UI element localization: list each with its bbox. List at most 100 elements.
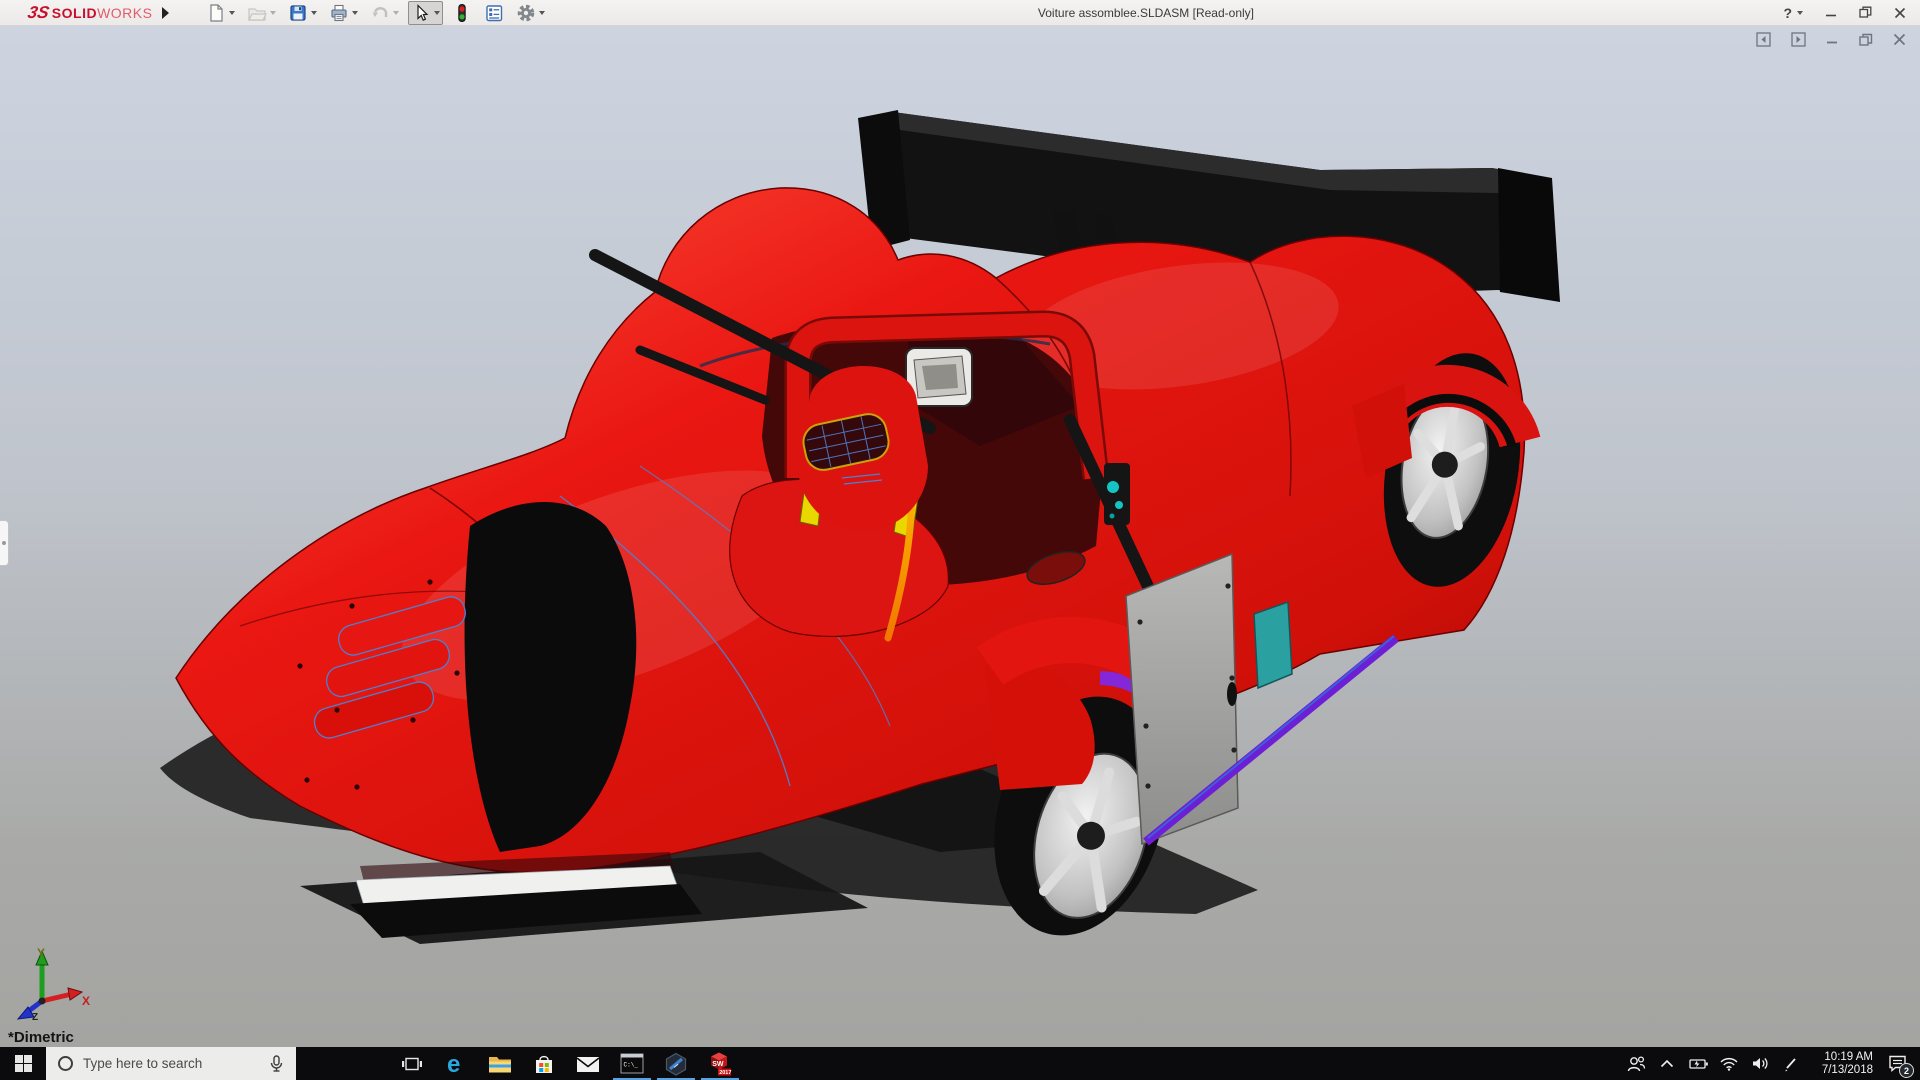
minimize-child-button[interactable] — [1826, 33, 1839, 46]
door-latch — [1227, 682, 1237, 706]
dassault-glyph: 3S — [26, 3, 51, 23]
battery-charging-icon — [1687, 1057, 1709, 1071]
save-floppy-icon — [288, 3, 308, 23]
mdi-window-controls — [1756, 32, 1906, 47]
dropdown-caret[interactable] — [539, 11, 545, 15]
svg-text:SW: SW — [712, 1060, 724, 1067]
speaker-icon — [1751, 1056, 1769, 1071]
mail-icon — [576, 1054, 600, 1074]
volume-button[interactable] — [1749, 1047, 1771, 1080]
taskbar-search-input[interactable]: Type here to search — [46, 1047, 296, 1080]
previous-pane-button[interactable] — [1756, 32, 1771, 47]
options-button[interactable] — [513, 1, 548, 25]
cortana-icon — [58, 1056, 73, 1071]
edge-button[interactable]: e — [434, 1047, 478, 1080]
store-icon — [533, 1053, 555, 1075]
system-tray: 10:19 AM 7/13/2018 2 — [1625, 1047, 1920, 1080]
select-tool-button[interactable] — [408, 1, 443, 25]
restore-child-button[interactable] — [1859, 33, 1873, 47]
model-3d-view[interactable] — [0, 26, 1920, 1047]
svg-text:e: e — [447, 1051, 460, 1077]
print-button[interactable] — [326, 1, 361, 25]
search-placeholder: Type here to search — [83, 1056, 269, 1071]
driver-helmet — [798, 366, 928, 531]
open-button[interactable] — [244, 1, 279, 25]
dropdown-caret[interactable] — [352, 11, 358, 15]
start-button[interactable] — [0, 1047, 46, 1080]
help-button[interactable]: ? — [1783, 5, 1803, 21]
hexagon-app-icon — [664, 1052, 688, 1076]
show-hidden-icons-button[interactable] — [1656, 1047, 1678, 1080]
action-center-button[interactable]: 2 — [1882, 1047, 1912, 1080]
dropdown-caret[interactable] — [393, 11, 399, 15]
dropdown-caret[interactable] — [434, 11, 440, 15]
close-child-button[interactable] — [1893, 33, 1906, 46]
wifi-icon — [1719, 1056, 1739, 1071]
open-folder-icon — [247, 3, 267, 23]
panel-splitter-handle[interactable] — [0, 520, 9, 566]
help-dropdown-caret[interactable] — [1797, 11, 1803, 15]
people-button[interactable] — [1625, 1047, 1647, 1080]
dropdown-caret[interactable] — [270, 11, 276, 15]
store-button[interactable] — [522, 1047, 566, 1080]
people-icon — [1626, 1055, 1646, 1073]
task-view-icon — [401, 1053, 423, 1075]
pen-button[interactable] — [1780, 1047, 1802, 1080]
quick-toolbar — [203, 1, 548, 25]
save-button[interactable] — [285, 1, 320, 25]
triad-z-label: Z — [32, 1012, 38, 1021]
undo-arrow-icon — [370, 3, 390, 23]
brand-solid: SOLID — [52, 5, 97, 21]
rebuild-stoplight-button[interactable] — [449, 1, 475, 25]
file-explorer-button[interactable] — [478, 1047, 522, 1080]
windows-logo-icon — [15, 1055, 32, 1072]
minimize-button[interactable] — [1825, 7, 1837, 19]
door-glass-teal — [1254, 602, 1292, 688]
chevron-up-icon — [1660, 1059, 1674, 1068]
view-orientation-label: *Dimetric — [8, 1029, 74, 1046]
3d-app-button[interactable] — [654, 1047, 698, 1080]
command-prompt-icon: C:\_ — [620, 1053, 644, 1074]
solidworks-app-icon: SW 2017 — [707, 1051, 733, 1077]
clock[interactable]: 10:19 AM 7/13/2018 — [1811, 1051, 1873, 1077]
dropdown-caret[interactable] — [311, 11, 317, 15]
stoplight-icon — [452, 3, 472, 23]
edge-icon: e — [443, 1051, 469, 1077]
microphone-icon[interactable] — [269, 1055, 284, 1073]
svg-text:C:\_: C:\_ — [624, 1062, 639, 1069]
app-titlebar: 3S SOLID WORKS — [0, 0, 1920, 26]
mail-button[interactable] — [566, 1047, 610, 1080]
new-document-button[interactable] — [203, 1, 238, 25]
help-icon: ? — [1783, 5, 1792, 21]
pen-icon — [1783, 1056, 1799, 1072]
view-orientation-triad: Y X Z — [12, 943, 92, 1021]
file-explorer-icon — [488, 1053, 512, 1075]
new-document-icon — [206, 3, 226, 23]
taskbar-apps: e — [390, 1047, 742, 1080]
svg-text:2017: 2017 — [719, 1070, 731, 1076]
undo-button[interactable] — [367, 1, 402, 25]
select-cursor-icon — [411, 3, 431, 23]
list-settings-icon — [484, 3, 504, 23]
close-button[interactable] — [1894, 7, 1906, 19]
display-settings-button[interactable] — [481, 1, 507, 25]
next-pane-button[interactable] — [1791, 32, 1806, 47]
menu-flyout-arrow-icon[interactable] — [162, 7, 169, 19]
task-view-button[interactable] — [390, 1047, 434, 1080]
windows-taskbar: Type here to search e — [0, 1047, 1920, 1080]
window-title: Voiture assomblee.SLDASM [Read-only] — [548, 6, 1783, 20]
gear-icon — [516, 3, 536, 23]
print-icon — [329, 3, 349, 23]
battery-button[interactable] — [1687, 1047, 1709, 1080]
side-panel-gray — [1126, 554, 1238, 844]
restore-button[interactable] — [1859, 6, 1872, 19]
tray-date: 7/13/2018 — [1811, 1064, 1873, 1077]
triad-x-label: X — [82, 994, 90, 1008]
graphics-area[interactable]: Y X Z *Dimetric — [0, 26, 1920, 1047]
network-button[interactable] — [1718, 1047, 1740, 1080]
tray-time: 10:19 AM — [1811, 1051, 1873, 1064]
brand-works: WORKS — [97, 5, 152, 21]
command-prompt-button[interactable]: C:\_ — [610, 1047, 654, 1080]
dropdown-caret[interactable] — [229, 11, 235, 15]
solidworks-app-button[interactable]: SW 2017 — [698, 1047, 742, 1080]
